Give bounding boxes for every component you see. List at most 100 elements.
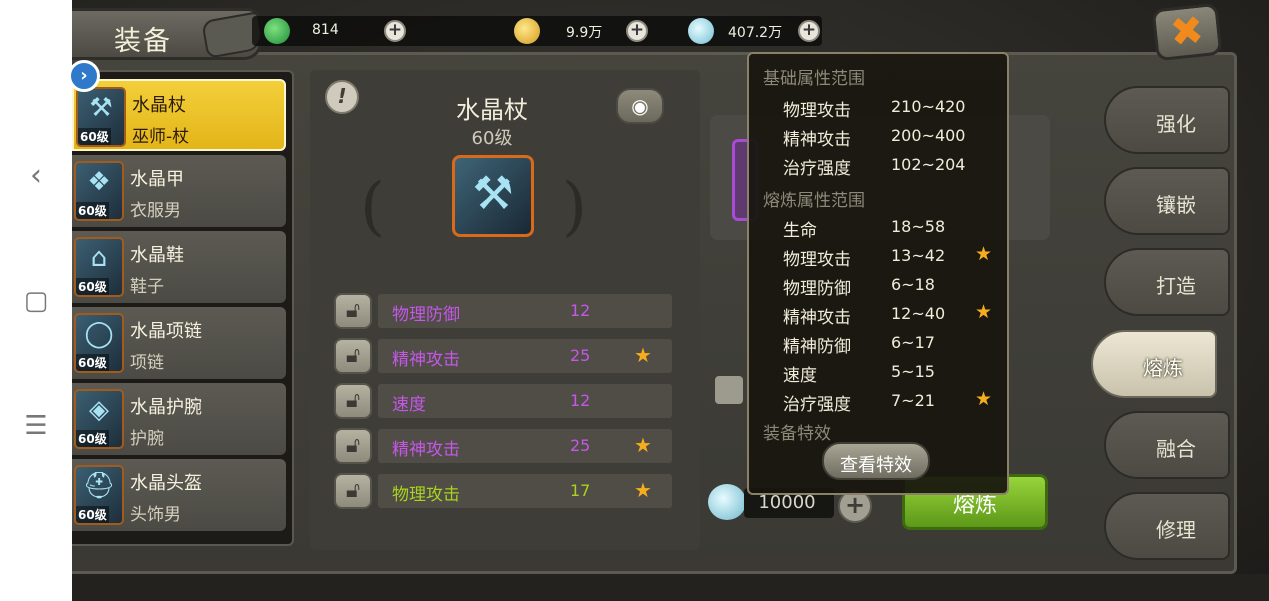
- equipment-list[interactable]: ⚒ 60级 水晶杖 巫师-杖 ❖ 60级 水晶甲 衣服男 ⌂ 60级 水晶鞋 鞋子 ◯…: [72, 70, 294, 546]
- range-name: 生命: [783, 221, 817, 241]
- currency-gem: 814 +: [264, 16, 414, 46]
- selected-item-icon[interactable]: ⚒: [452, 155, 534, 237]
- range-value: 12~40: [891, 304, 946, 323]
- attribute-row: 🔓︎ 精神攻击 25 ★: [334, 338, 674, 374]
- add-shell-button[interactable]: +: [798, 20, 820, 42]
- shoes-icon: ⌂ 60级: [74, 237, 124, 297]
- currency-gold: 9.9万 +: [514, 16, 664, 46]
- tab-label: 镶嵌: [1156, 193, 1196, 217]
- tab-forge[interactable]: 打造: [1104, 248, 1230, 316]
- shell-icon: [708, 484, 746, 520]
- attribute-row: 🔓︎ 速度 12: [334, 383, 674, 419]
- item-level: 60级: [76, 506, 109, 523]
- currency-bar: 814 + 9.9万 + 407.2万 +: [252, 16, 822, 46]
- star-icon: ★: [975, 388, 993, 410]
- recent-apps-icon[interactable]: ☰: [0, 410, 72, 442]
- range-name: 精神攻击: [783, 130, 851, 150]
- tab-label: 强化: [1156, 112, 1196, 136]
- range-name: 物理攻击: [783, 101, 851, 121]
- armor-icon: ❖ 60级: [74, 161, 124, 221]
- tab-label: 修理: [1156, 518, 1196, 542]
- staff-icon: ⚒ 60级: [76, 87, 126, 147]
- lock-icon[interactable]: 🔓︎: [334, 338, 372, 374]
- range-value: 6~17: [891, 333, 935, 352]
- add-gem-button[interactable]: +: [384, 20, 406, 42]
- lock-icon[interactable]: 🔓︎: [334, 383, 372, 419]
- attribute-bar: 物理攻击 17 ★: [378, 474, 672, 508]
- attribute-bar: 精神攻击 25 ★: [378, 429, 672, 463]
- screen: ‹ ▢ ☰ 装备 814 + 9.9万 + 407.2万 + ✖ ⚒ 60级 水…: [0, 0, 1269, 601]
- tab-strengthen[interactable]: 强化: [1104, 86, 1230, 154]
- attribute-bar: 精神攻击 25 ★: [378, 339, 672, 373]
- tab-repair[interactable]: 修理: [1104, 492, 1230, 560]
- bracer-icon: ◈ 60级: [74, 389, 124, 449]
- attribute-name: 物理防御: [392, 305, 460, 325]
- close-button[interactable]: ✖: [1151, 2, 1223, 62]
- attribute-value: 25: [570, 436, 591, 455]
- attribute-name: 精神攻击: [392, 440, 460, 460]
- range-value: 6~18: [891, 275, 935, 294]
- currency-shell: 407.2万 +: [688, 16, 838, 46]
- item-name: 水晶甲: [130, 169, 184, 190]
- item-type: 鞋子: [130, 277, 164, 297]
- list-item[interactable]: ◯ 60级 水晶项链 项链: [72, 307, 286, 379]
- item-title: 水晶杖: [456, 96, 528, 124]
- item-level: 60级: [76, 354, 109, 371]
- section-title: 基础属性范围: [763, 69, 865, 89]
- attribute-range-tooltip: 基础属性范围 物理攻击 210~420 精神攻击 200~400 治疗强度 10…: [747, 52, 1009, 495]
- tab-inlay[interactable]: 镶嵌: [1104, 167, 1230, 235]
- page-title: 装备: [114, 26, 172, 57]
- star-icon: ★: [634, 343, 652, 367]
- necklace-icon: ◯ 60级: [74, 313, 124, 373]
- range-value: 5~15: [891, 362, 935, 381]
- lock-icon[interactable]: 🔓︎: [334, 293, 372, 329]
- range-name: 治疗强度: [783, 159, 851, 179]
- ornament-right: ): [562, 170, 587, 244]
- tab-fuse[interactable]: 融合: [1104, 411, 1230, 479]
- expand-arrow-icon[interactable]: ›: [68, 60, 100, 92]
- back-icon[interactable]: ‹: [0, 158, 72, 194]
- list-item[interactable]: ❖ 60级 水晶甲 衣服男: [72, 155, 286, 227]
- list-item[interactable]: ◈ 60级 水晶护腕 护腕: [72, 383, 286, 455]
- list-item[interactable]: ⚒ 60级 水晶杖 巫师-杖: [72, 79, 286, 151]
- section-title: 装备特效: [763, 424, 831, 444]
- star-icon: ★: [634, 478, 652, 502]
- range-value: 13~42: [891, 246, 946, 265]
- attribute-name: 速度: [392, 395, 426, 415]
- close-icon: ✖: [1167, 7, 1207, 57]
- item-level: 60级: [76, 430, 109, 447]
- lock-icon[interactable]: 🔓︎: [334, 428, 372, 464]
- list-item[interactable]: ⛑ 60级 水晶头盔 头饰男: [72, 459, 286, 531]
- tab-label: 熔炼: [1143, 356, 1183, 380]
- game-screen: 装备 814 + 9.9万 + 407.2万 + ✖ ⚒ 60级 水晶杖 巫师-…: [68, 0, 1269, 601]
- lock-icon[interactable]: 🔓︎: [334, 473, 372, 509]
- bottom-frame: [72, 574, 1269, 601]
- view-effect-label: 查看特效: [840, 455, 912, 476]
- add-gold-button[interactable]: +: [626, 20, 648, 42]
- home-icon[interactable]: ▢: [0, 285, 72, 317]
- item-name: 水晶杖: [132, 95, 186, 116]
- attribute-row: 🔓︎ 物理防御 12: [334, 293, 674, 329]
- range-name: 物理攻击: [783, 250, 851, 270]
- item-type: 项链: [130, 353, 164, 373]
- cost-value: 10000: [758, 492, 816, 513]
- item-type: 衣服男: [130, 201, 181, 221]
- info-icon[interactable]: !: [325, 80, 359, 114]
- tab-label: 融合: [1156, 437, 1196, 461]
- list-item[interactable]: ⌂ 60级 水晶鞋 鞋子: [72, 231, 286, 303]
- range-value: 102~204: [891, 155, 966, 174]
- range-value: 7~21: [891, 391, 935, 410]
- preview-button[interactable]: ◉: [616, 88, 664, 124]
- item-name: 水晶项链: [130, 321, 202, 342]
- item-level: 60级: [471, 128, 513, 149]
- auto-checkbox[interactable]: [715, 376, 743, 404]
- range-value: 200~400: [891, 126, 966, 145]
- item-type: 头饰男: [130, 505, 181, 525]
- range-name: 物理防御: [783, 279, 851, 299]
- view-effect-button[interactable]: 查看特效: [822, 442, 930, 480]
- green-gem-icon: [264, 18, 290, 44]
- range-value: 18~58: [891, 217, 946, 236]
- attribute-value: 12: [570, 391, 591, 410]
- tab-smelt[interactable]: 熔炼: [1091, 330, 1217, 398]
- currency-value: 9.9万: [566, 25, 603, 41]
